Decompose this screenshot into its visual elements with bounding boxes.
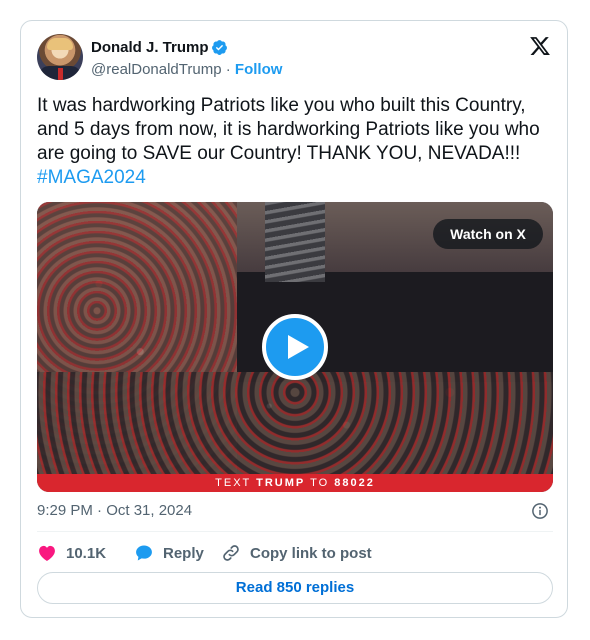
text-banner: TEXT TRUMP TO 88022	[37, 474, 553, 492]
watch-on-x-button[interactable]: Watch on X	[433, 219, 543, 249]
reply-label: Reply	[163, 544, 204, 562]
reply-bubble-icon	[136, 545, 152, 561]
divider	[37, 531, 553, 532]
copy-link-button[interactable]: Copy link to post	[221, 541, 372, 565]
timestamp[interactable]: 9:29 PM · Oct 31, 2024	[37, 502, 192, 519]
author-name[interactable]: Donald J. Trump	[91, 39, 209, 56]
follow-button[interactable]: Follow	[235, 61, 283, 78]
tweet-body: It was hardworking Patriots like you who…	[37, 95, 540, 164]
action-bar: 10.1K Reply Copy link to post	[37, 541, 553, 565]
tweet-card: Donald J. Trump @realDonaldTrump · Follo…	[20, 20, 568, 618]
play-button[interactable]	[262, 314, 328, 380]
video-player[interactable]: Watch on X TEXT TRUMP TO 88022	[37, 202, 553, 492]
link-icon	[223, 545, 239, 561]
hashtag-link[interactable]: #MAGA2024	[37, 167, 146, 188]
copy-link-label: Copy link to post	[250, 544, 372, 562]
author-handle[interactable]: @realDonaldTrump	[91, 61, 222, 78]
reply-button[interactable]: Reply	[134, 541, 204, 565]
info-icon[interactable]	[531, 502, 549, 520]
heart-icon	[39, 545, 55, 561]
author-avatar[interactable]	[37, 34, 83, 80]
separator-dot: ·	[225, 61, 231, 78]
read-replies-button[interactable]: Read 850 replies	[37, 572, 553, 604]
x-logo-icon[interactable]	[529, 35, 551, 57]
tweet-text: It was hardworking Patriots like you who…	[37, 94, 557, 190]
like-count: 10.1K	[66, 544, 107, 562]
like-button[interactable]: 10.1K	[37, 541, 106, 565]
verified-badge-icon	[212, 40, 227, 55]
author-handle-row: @realDonaldTrump · Follow	[91, 61, 282, 78]
play-icon	[288, 335, 309, 359]
